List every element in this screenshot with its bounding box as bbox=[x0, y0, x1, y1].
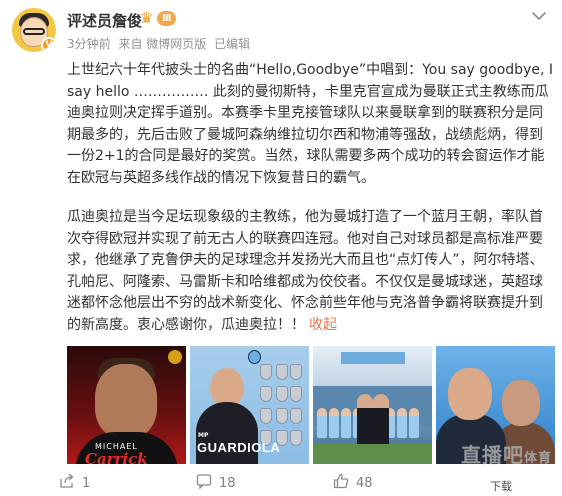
photo-figure-left-head bbox=[448, 368, 492, 420]
post-paragraph-2: 瓜迪奥拉是当今足坛现象级的主教练，他为曼城打造了一个蓝月王朝，率队首次夺得欧冠并… bbox=[67, 207, 555, 336]
comment-count: 18 bbox=[219, 475, 236, 491]
poster-name: GUARDIOLA bbox=[197, 440, 281, 455]
comment-icon bbox=[196, 473, 219, 493]
more-icon[interactable] bbox=[530, 9, 548, 23]
watermark-main: 直播吧 bbox=[460, 443, 524, 467]
share-button[interactable]: 1 bbox=[59, 473, 90, 493]
download-label[interactable]: 下载 bbox=[490, 478, 512, 494]
player-figure bbox=[341, 408, 351, 438]
comment-button[interactable]: 18 bbox=[196, 473, 236, 493]
image-team-photo[interactable] bbox=[313, 346, 432, 464]
trophy-icon bbox=[260, 408, 272, 424]
poster-initials: MP bbox=[198, 432, 209, 439]
portrait-face bbox=[95, 364, 157, 438]
player-figure bbox=[329, 408, 339, 438]
post-source: 来自 微博网页版 bbox=[118, 37, 207, 51]
trophy-icon bbox=[276, 386, 288, 402]
photo-banner bbox=[341, 352, 405, 364]
player-figure bbox=[317, 408, 327, 438]
post-paragraph-1: 上世纪六十年代披头士的名曲“Hello,Goodbye”中唱到：You say … bbox=[67, 62, 553, 186]
vip-crown-icon[interactable]: ♛ bbox=[140, 10, 157, 27]
like-button[interactable]: 48 bbox=[333, 473, 373, 493]
post-meta: 3分钟前 来自 微博网页版 已编辑 bbox=[67, 35, 254, 52]
trophy-icon bbox=[290, 364, 302, 380]
image-guardiola-poster[interactable]: MP GUARDIOLA bbox=[190, 346, 309, 464]
watermark-logo: 直播吧体育 bbox=[461, 439, 552, 468]
watermark-sub: 体育 bbox=[523, 451, 552, 466]
trophy-icon bbox=[276, 364, 288, 380]
image-caption-script: Carrick bbox=[85, 450, 148, 464]
trophy-icon bbox=[276, 408, 288, 424]
level-badge[interactable]: Ⅲ bbox=[157, 11, 177, 26]
action-bar: 1 18 48 下载 bbox=[0, 470, 562, 496]
trophy-icon bbox=[290, 408, 302, 424]
photo-figure-right-head bbox=[502, 380, 540, 426]
like-count: 48 bbox=[356, 475, 373, 491]
edited-label[interactable]: 已编辑 bbox=[214, 37, 250, 51]
like-icon bbox=[333, 473, 356, 493]
photo-grass bbox=[313, 444, 432, 464]
post-content: 上世纪六十年代披头士的名曲“Hello,Goodbye”中唱到：You say … bbox=[67, 60, 555, 336]
trophy-icon bbox=[290, 430, 302, 446]
share-icon bbox=[59, 473, 82, 493]
trophy-icon bbox=[260, 364, 272, 380]
avatar-glasses bbox=[23, 28, 45, 35]
share-count: 1 bbox=[82, 475, 91, 491]
author-name[interactable]: 评述员詹俊 bbox=[67, 10, 142, 31]
avatar[interactable]: V bbox=[12, 8, 56, 52]
player-figure bbox=[409, 408, 419, 438]
image-carrick[interactable]: MICHAEL Carrick bbox=[67, 346, 186, 464]
player-figure bbox=[397, 408, 407, 438]
post-paragraph-2-text: 瓜迪奥拉是当今足坛现象级的主教练，他为曼城打造了一个蓝月王朝，率队首次夺得欧冠并… bbox=[67, 209, 544, 333]
post-time[interactable]: 3分钟前 bbox=[67, 37, 111, 51]
club-logo-icon bbox=[168, 350, 182, 364]
verified-badge: V bbox=[41, 37, 56, 52]
collapse-link[interactable]: 收起 bbox=[309, 317, 337, 333]
trophy-icon bbox=[290, 386, 302, 402]
trophy-icon bbox=[260, 386, 272, 402]
post-header: V 评述员詹俊 ♛ Ⅲ 3分钟前 来自 微博网页版 已编辑 bbox=[0, 0, 562, 56]
